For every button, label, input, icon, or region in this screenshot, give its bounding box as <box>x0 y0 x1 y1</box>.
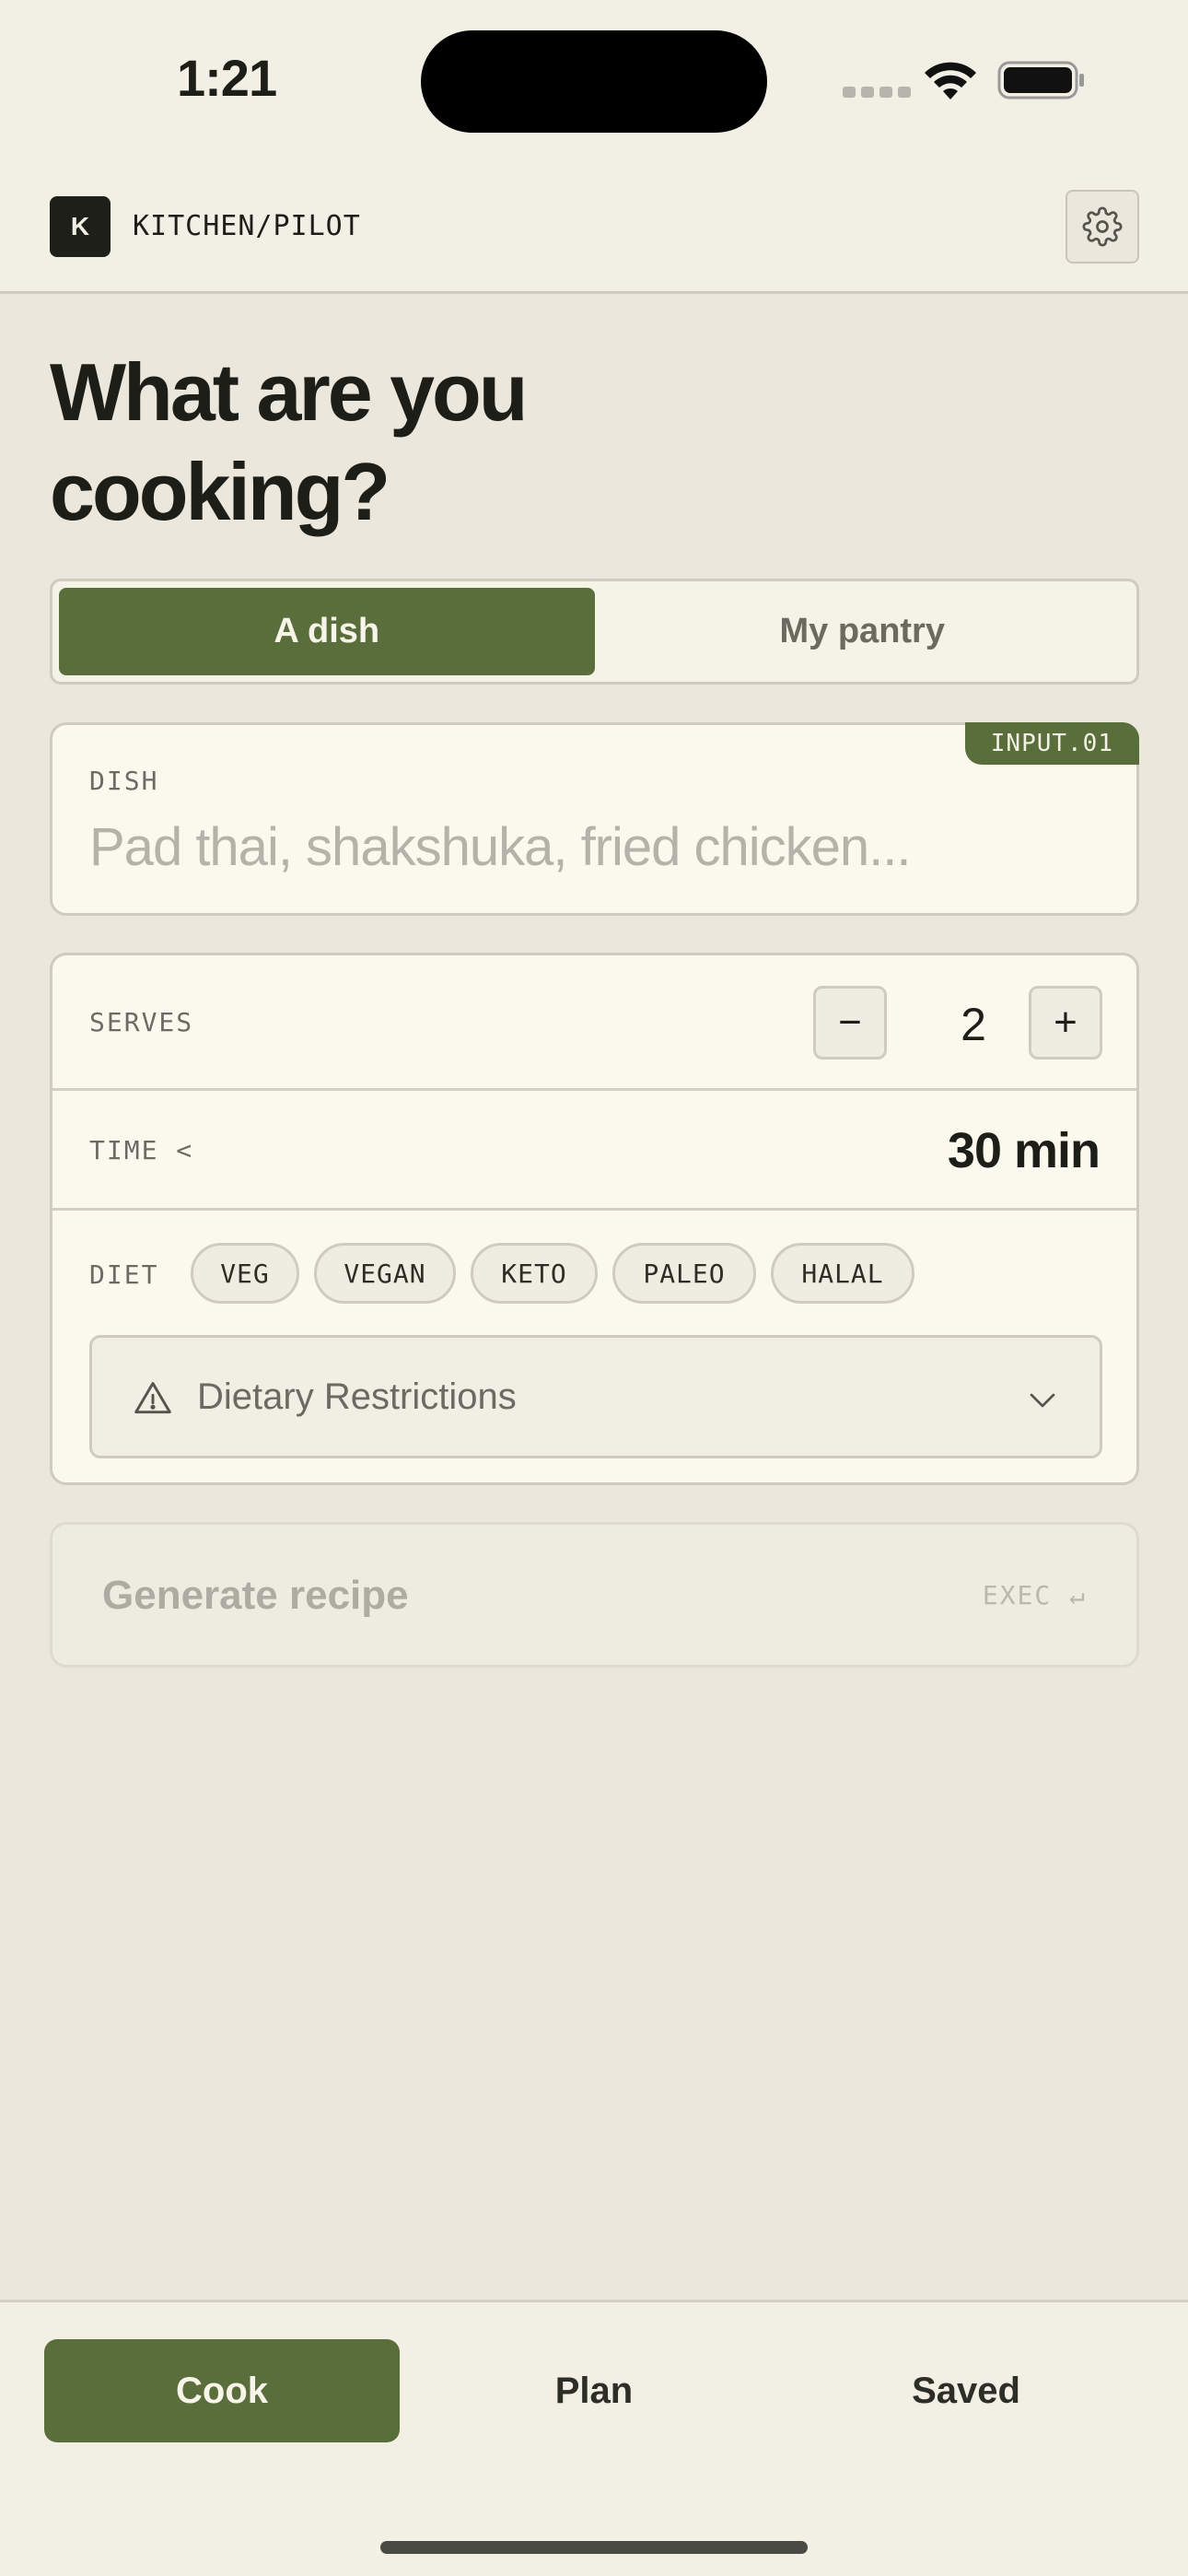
header-divider <box>0 291 1188 294</box>
generate-label: Generate recipe <box>102 1573 409 1618</box>
dynamic-island <box>421 30 767 133</box>
serves-value: 2 <box>961 999 986 1050</box>
diet-label: DIET <box>89 1259 159 1290</box>
diet-chip-halal[interactable]: HALAL <box>771 1243 914 1304</box>
tab-a-dish[interactable]: A dish <box>59 588 595 675</box>
tab-cook[interactable]: Cook <box>44 2339 400 2442</box>
app-name: KITCHEN/PILOT <box>133 210 361 242</box>
dish-input[interactable] <box>89 810 1084 884</box>
diet-chip-veg[interactable]: VEG <box>191 1243 299 1304</box>
tab-saved[interactable]: Saved <box>788 2339 1144 2442</box>
tab-plan[interactable]: Plan <box>416 2339 772 2442</box>
options-card: SERVES − 2 + TIME < 30 min DIET VEG VEGA… <box>50 953 1139 1485</box>
settings-button[interactable] <box>1066 190 1139 263</box>
dietary-restrictions-dropdown[interactable]: Dietary Restrictions <box>89 1335 1102 1458</box>
warning-icon <box>134 1382 171 1414</box>
battery-icon <box>997 61 1084 100</box>
diet-chip-paleo[interactable]: PALEO <box>612 1243 756 1304</box>
dish-label: DISH <box>89 766 159 796</box>
serves-decrement-button[interactable]: − <box>813 986 887 1060</box>
home-indicator <box>380 2541 808 2554</box>
tab-my-pantry[interactable]: My pantry <box>595 588 1131 675</box>
dietary-restrictions-label: Dietary Restrictions <box>197 1376 517 1417</box>
tab-bar: Cook Plan Saved <box>0 2300 1188 2576</box>
gear-icon <box>1082 206 1123 247</box>
page-title: What are you cooking? <box>50 346 529 537</box>
time-value[interactable]: 30 min <box>948 1122 1101 1179</box>
time-row[interactable]: TIME < 30 min <box>52 1091 1136 1211</box>
wifi-icon <box>925 62 976 100</box>
generate-recipe-button[interactable]: Generate recipe EXEC ↵ <box>50 1522 1139 1668</box>
diet-chip-vegan[interactable]: VEGAN <box>314 1243 456 1304</box>
status-time: 1:21 <box>177 49 277 107</box>
app-logo: K <box>50 196 111 257</box>
dish-card: INPUT.01 DISH <box>50 722 1139 916</box>
serves-label: SERVES <box>89 1007 194 1037</box>
diet-chip-keto[interactable]: KETO <box>471 1243 598 1304</box>
mode-toggle: A dish My pantry <box>50 579 1139 685</box>
exec-hint: EXEC ↵ <box>982 1580 1087 1610</box>
chevron-down-icon <box>1030 1393 1055 1408</box>
cellular-signal-icon <box>843 87 911 98</box>
serves-row: SERVES − 2 + <box>52 955 1136 1091</box>
input-tag: INPUT.01 <box>964 722 1139 765</box>
time-label: TIME < <box>89 1135 194 1165</box>
serves-increment-button[interactable]: + <box>1029 986 1102 1060</box>
